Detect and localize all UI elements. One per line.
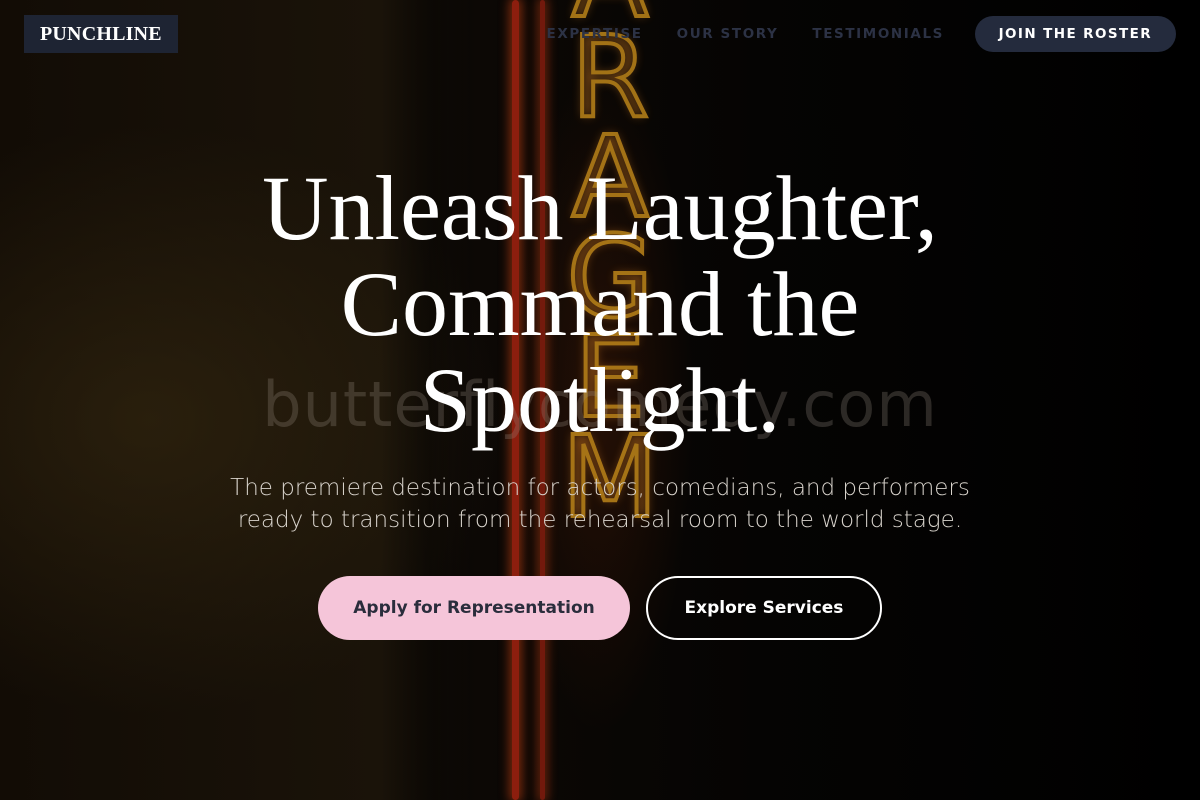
hero-title-line: Spotlight. (419, 349, 781, 451)
explore-services-button[interactable]: Explore Services (646, 576, 882, 640)
brand-logo[interactable]: PUNCHLINE (24, 15, 178, 53)
hero-actions: Apply for Representation Explore Service… (0, 576, 1200, 640)
hero-title: Unleash Laughter, Command the Spotlight. (0, 160, 1200, 448)
join-roster-button[interactable]: JOIN THE ROSTER (974, 16, 1176, 52)
hero-subtitle-line: ready to transition from the rehearsal r… (237, 507, 963, 533)
hero-subtitle-line: The premiere destination for actors, com… (230, 475, 970, 501)
nav-link-expertise[interactable]: EXPERTISE (547, 26, 643, 42)
nav-link-testimonials[interactable]: TESTIMONIALS (812, 26, 944, 42)
site-header: PUNCHLINE EXPERTISE OUR STORY TESTIMONIA… (0, 0, 1200, 68)
apply-representation-button[interactable]: Apply for Representation (318, 576, 630, 640)
hero-title-line: Unleash Laughter, (262, 157, 938, 259)
hero-subtitle: The premiere destination for actors, com… (180, 472, 1020, 536)
main-nav: EXPERTISE OUR STORY TESTIMONIALS (547, 26, 945, 42)
hero-title-line: Command the (340, 253, 860, 355)
hero-section: A R A G E M butterflycomedy.com PUNCHLIN… (0, 0, 1200, 800)
nav-link-our-story[interactable]: OUR STORY (677, 26, 779, 42)
